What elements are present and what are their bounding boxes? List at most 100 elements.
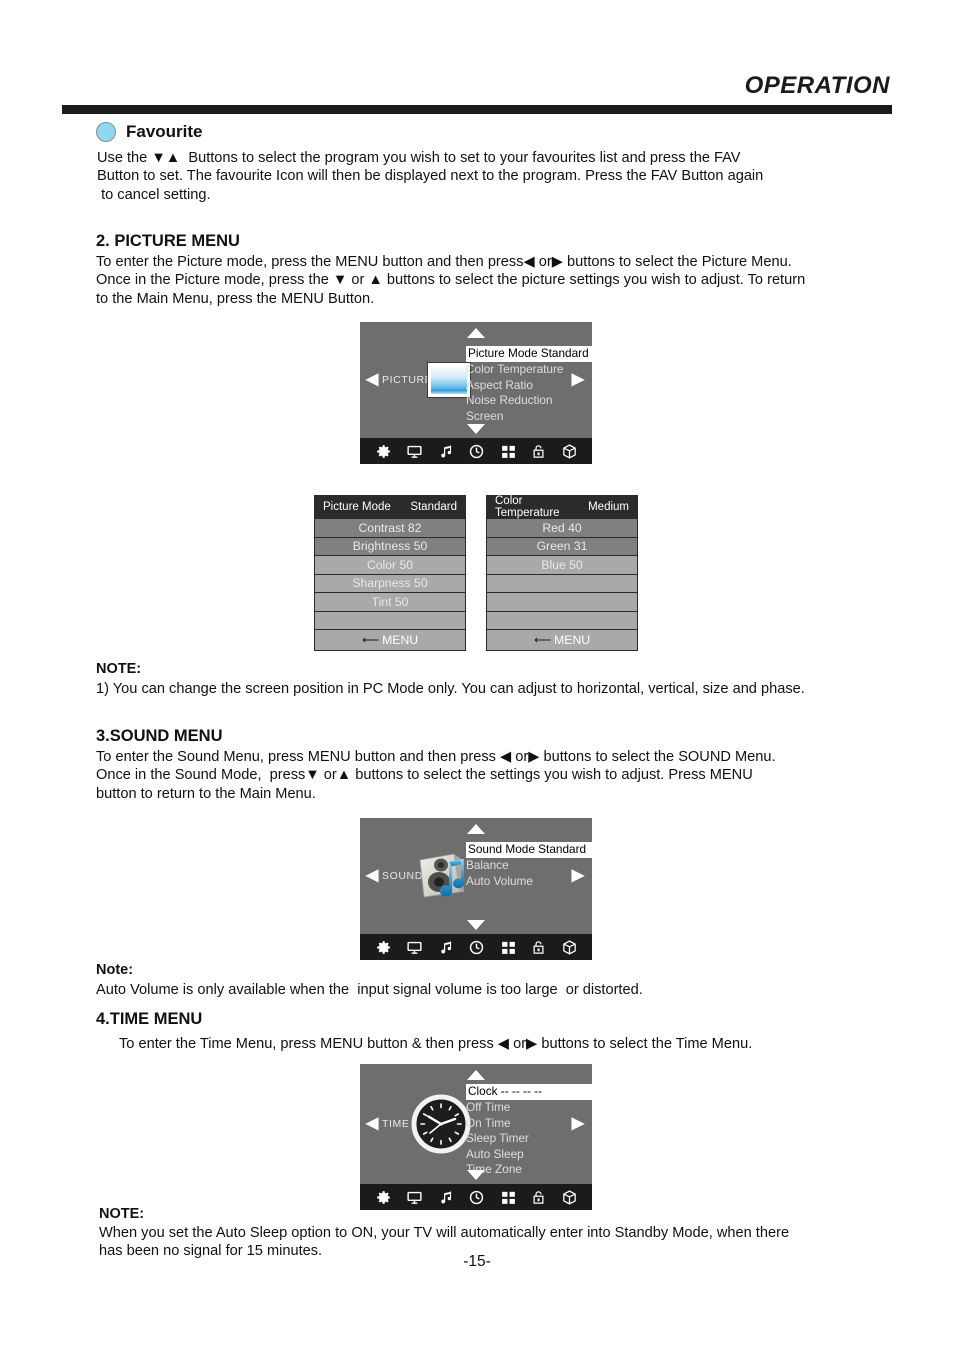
- scroll-down-arrow-icon[interactable]: [467, 424, 485, 434]
- picture-menu-heading: 2. PICTURE MENU: [96, 232, 240, 250]
- picture-osd-panel: ◀ PICTURE Picture Mode Standard Color Te…: [360, 322, 598, 464]
- sound-menu-heading: 3.SOUND MENU: [96, 727, 223, 745]
- picture-mode-submenu-footer-label: MENU: [382, 633, 419, 647]
- submenu-row-brightness[interactable]: Brightness 50: [315, 536, 465, 555]
- next-menu-chevron-icon[interactable]: ▶: [572, 868, 584, 884]
- picture-mode-submenu: Picture Mode Standard Contrast 82 Bright…: [314, 495, 466, 651]
- favourite-body-text: Use the ▼▲ Buttons to select the program…: [97, 150, 764, 203]
- favourite-label: Favourite: [126, 122, 203, 141]
- osd-item-picture-mode[interactable]: Picture Mode Standard: [466, 346, 598, 362]
- osd-item-time-zone[interactable]: Time Zone: [466, 1162, 600, 1178]
- osd-item-noise-reduction[interactable]: Noise Reduction: [466, 393, 600, 409]
- time-osd-body: ◀ TIME Clock -- -- -- -- Off Time On Tim…: [360, 1064, 598, 1184]
- time-menu-heading: 4.TIME MENU: [96, 1010, 203, 1028]
- picture-mode-submenu-title-left: Picture Mode: [323, 501, 391, 513]
- submenu-row-sharpness[interactable]: Sharpness 50: [315, 573, 465, 592]
- submenu-row-empty: [487, 610, 637, 629]
- scroll-down-arrow-icon[interactable]: [467, 1170, 485, 1180]
- osd-item-clock[interactable]: Clock -- -- -- --: [466, 1084, 598, 1100]
- grid-icon[interactable]: [500, 1189, 517, 1206]
- color-temperature-submenu-title: Color Temperature Medium: [487, 495, 637, 519]
- sound-osd-panel: ◀ SOUND Sound Mode Standard Balance Auto…: [360, 818, 598, 960]
- time-osd-iconbar: [360, 1184, 592, 1210]
- color-temperature-submenu-footer[interactable]: ⟶ MENU: [487, 629, 637, 650]
- gear-icon[interactable]: [375, 939, 392, 956]
- music-note-icon[interactable]: [438, 443, 454, 460]
- osd-category-label-picture: PICTURE: [382, 374, 433, 386]
- cube-icon[interactable]: [561, 1189, 578, 1206]
- submenu-row-empty: [315, 610, 465, 629]
- picture-osd-body: ◀ PICTURE Picture Mode Standard Color Te…: [360, 322, 598, 438]
- time-osd-panel: ◀ TIME Clock -- -- -- -- Off Time On Tim…: [360, 1064, 598, 1210]
- gear-icon[interactable]: [375, 1189, 392, 1206]
- grid-icon[interactable]: [500, 939, 517, 956]
- sound-note-body: Auto Volume is only available when the i…: [96, 982, 643, 998]
- color-temperature-submenu-footer-label: MENU: [554, 633, 591, 647]
- monitor-icon[interactable]: [406, 1189, 423, 1206]
- gear-icon[interactable]: [375, 443, 392, 460]
- lock-icon[interactable]: [531, 1189, 546, 1206]
- clock-icon[interactable]: [468, 1189, 485, 1206]
- picture-note-label: NOTE:: [96, 661, 142, 677]
- picture-osd-iconbar: [360, 438, 592, 464]
- scroll-up-arrow-icon[interactable]: [467, 1070, 485, 1080]
- submenu-row-color[interactable]: Color 50: [315, 555, 465, 574]
- submenu-row-green[interactable]: Green 31: [487, 536, 637, 555]
- picture-mode-submenu-footer[interactable]: ⟶ MENU: [315, 629, 465, 650]
- sound-osd-body: ◀ SOUND Sound Mode Standard Balance Auto…: [360, 818, 598, 934]
- osd-item-sound-mode[interactable]: Sound Mode Standard: [466, 842, 598, 858]
- favourite-heading: Favourite: [96, 120, 203, 144]
- page-number: -15-: [463, 1253, 491, 1270]
- color-temperature-submenu-title-right: Medium: [588, 501, 629, 513]
- picture-landscape-thumb-icon: [428, 363, 470, 397]
- submenu-row-red[interactable]: Red 40: [487, 518, 637, 537]
- osd-item-off-time[interactable]: Off Time: [466, 1100, 600, 1116]
- picture-note-body: 1) You can change the screen position in…: [96, 681, 805, 697]
- grid-icon[interactable]: [500, 443, 517, 460]
- submenu-row-tint[interactable]: Tint 50: [315, 592, 465, 611]
- cube-icon[interactable]: [561, 939, 578, 956]
- analog-clock-thumb-icon: [410, 1093, 472, 1155]
- picture-mode-submenu-title-right: Standard: [410, 501, 457, 513]
- clock-icon[interactable]: [468, 939, 485, 956]
- lock-icon[interactable]: [531, 939, 546, 956]
- scroll-up-arrow-icon[interactable]: [467, 328, 485, 338]
- music-note-icon[interactable]: [438, 1189, 454, 1206]
- return-arrow-icon: ⟶: [361, 633, 380, 647]
- manual-page: OPERATION Favourite Use the ▼▲ Buttons t…: [0, 0, 954, 1354]
- clock-icon[interactable]: [468, 443, 485, 460]
- music-note-icon[interactable]: [438, 939, 454, 956]
- color-temperature-submenu-title-left: Color Temperature: [495, 495, 560, 519]
- sound-note-label: Note:: [96, 962, 134, 978]
- osd-item-screen[interactable]: Screen: [466, 409, 600, 425]
- submenu-row-blue[interactable]: Blue 50: [487, 555, 637, 574]
- sound-menu-body-text: To enter the Sound Menu, press MENU butt…: [96, 749, 776, 802]
- sound-osd-iconbar: [360, 934, 592, 960]
- prev-menu-chevron-icon[interactable]: ◀: [366, 372, 378, 388]
- osd-category-label-time: TIME: [382, 1118, 410, 1130]
- osd-item-sleep-timer[interactable]: Sleep Timer: [466, 1131, 600, 1147]
- prev-menu-chevron-icon[interactable]: ◀: [366, 1116, 378, 1132]
- page-title: OPERATION: [744, 72, 890, 99]
- speaker-music-note-thumb-icon: [414, 850, 472, 902]
- filled-circle-icon: [96, 122, 116, 142]
- submenu-row-empty: [487, 592, 637, 611]
- lock-icon[interactable]: [531, 443, 546, 460]
- submenu-row-empty: [487, 573, 637, 592]
- monitor-icon[interactable]: [406, 443, 423, 460]
- cube-icon[interactable]: [561, 443, 578, 460]
- osd-item-auto-sleep[interactable]: Auto Sleep: [466, 1147, 600, 1163]
- color-temperature-submenu: Color Temperature Medium Red 40 Green 31…: [486, 495, 638, 651]
- return-arrow-icon: ⟶: [533, 633, 552, 647]
- next-menu-chevron-icon[interactable]: ▶: [572, 1116, 584, 1132]
- page-header: OPERATION: [62, 72, 892, 114]
- prev-menu-chevron-icon[interactable]: ◀: [366, 868, 378, 884]
- next-menu-chevron-icon[interactable]: ▶: [572, 372, 584, 388]
- scroll-up-arrow-icon[interactable]: [467, 824, 485, 834]
- picture-mode-submenu-title: Picture Mode Standard: [315, 496, 465, 518]
- submenu-row-contrast[interactable]: Contrast 82: [315, 518, 465, 537]
- monitor-icon[interactable]: [406, 939, 423, 956]
- time-menu-body-text: To enter the Time Menu, press MENU butto…: [119, 1036, 753, 1052]
- scroll-down-arrow-icon[interactable]: [467, 920, 485, 930]
- time-note-label: NOTE:: [99, 1206, 145, 1222]
